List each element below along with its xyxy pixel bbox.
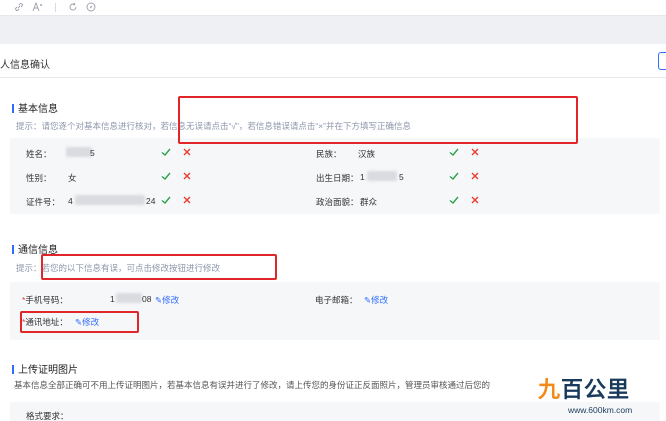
gender-confirm-check-icon[interactable] (160, 170, 172, 182)
page-title: 人信息确认 (0, 60, 50, 71)
birth-date-reject-cross-icon[interactable] (469, 170, 481, 182)
ethnicity-confirm-check-icon[interactable] (448, 146, 460, 158)
id-number-confirm-check-icon[interactable] (160, 194, 172, 206)
id-number-prefix: 4 (68, 196, 73, 206)
upload-hint: 基本信息全部正确可不用上传证明图片，若基本信息有误并进行了修改，请上传您的身份证… (14, 380, 491, 390)
section-marker (12, 245, 14, 254)
phone-prefix: 1 (110, 294, 115, 304)
ethnicity-value: 汉族 (358, 149, 376, 159)
gender-value: 女 (68, 173, 77, 183)
ethnicity-reject-cross-icon[interactable] (469, 146, 481, 158)
page-header: 人信息确认 (0, 44, 666, 78)
font-size-icon[interactable] (32, 1, 44, 15)
political-status-value: 群众 (360, 197, 378, 207)
birth-date-confirm-check-icon[interactable] (448, 170, 460, 182)
section-marker (12, 365, 14, 374)
basic-info-hint-highlight (178, 96, 578, 144)
phone-redacted (116, 293, 142, 303)
basic-info-panel: 姓名： 5 民族： 汉族 性别： 女 出生日期： 1 5 证件号： 4 24 政… (10, 138, 660, 214)
format-requirements-label: 格式要求： (26, 411, 69, 421)
gender-label: 性别： (26, 173, 52, 183)
phone-suffix: 08 (142, 294, 152, 304)
name-confirm-check-icon[interactable] (160, 146, 172, 158)
upload-section-title: 上传证明图片 (12, 361, 78, 376)
birth-date-label: 出生日期： (316, 173, 359, 183)
id-number-reject-cross-icon[interactable] (181, 194, 193, 206)
name-value: 5 (90, 148, 95, 158)
name-reject-cross-icon[interactable] (181, 146, 193, 158)
id-number-suffix: 24 (146, 196, 156, 206)
phone-label: *手机号码： (22, 295, 68, 305)
toolbar-divider (55, 3, 56, 12)
watermark-logo: 九百公里 (538, 377, 631, 402)
refresh-icon[interactable] (68, 2, 78, 15)
ethnicity-label: 民族： (316, 149, 342, 159)
name-value-redacted (66, 147, 92, 157)
top-toolbar (0, 0, 666, 16)
email-label: 电子邮箱： (315, 295, 358, 305)
id-number-redacted (75, 195, 145, 205)
compass-icon[interactable] (86, 2, 96, 15)
birth-date-suffix: 5 (399, 172, 404, 182)
id-number-label: 证件号： (26, 197, 61, 207)
watermark-url: www.600km.com (568, 405, 633, 415)
address-field-highlight (20, 311, 139, 333)
email-edit-link[interactable]: ✎修改 (364, 294, 388, 306)
site-watermark: 九百公里 www.600km.com (538, 372, 666, 421)
political-status-confirm-check-icon[interactable] (448, 194, 460, 206)
name-label: 姓名： (26, 149, 52, 159)
political-status-label: 政治面貌： (316, 197, 359, 207)
header-action-button[interactable] (658, 52, 666, 70)
basic-info-section-title: 基本信息 (12, 100, 58, 115)
section-marker (12, 104, 14, 113)
birth-date-redacted (367, 171, 397, 181)
birth-date-prefix: 1 (360, 172, 365, 182)
contact-hint-highlight (41, 254, 277, 280)
political-status-reject-cross-icon[interactable] (469, 194, 481, 206)
gender-reject-cross-icon[interactable] (181, 170, 193, 182)
phone-edit-link[interactable]: ✎修改 (155, 294, 179, 306)
link-icon[interactable] (14, 2, 24, 15)
